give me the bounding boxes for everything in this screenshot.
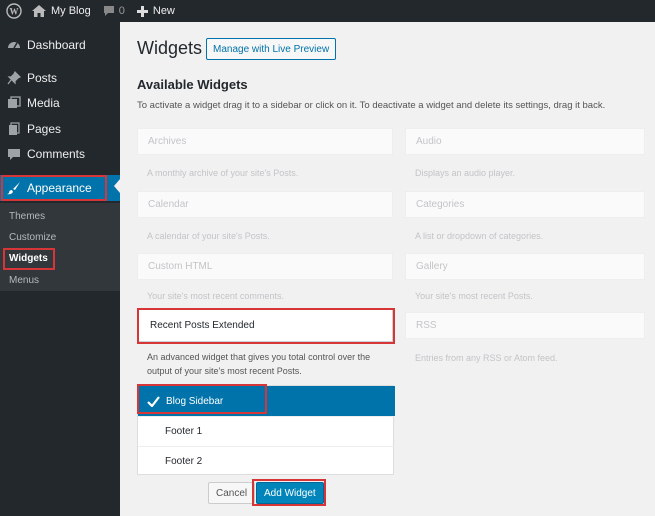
widget-gallery[interactable]: Gallery bbox=[405, 253, 645, 280]
admin-bar: W My Blog 0 New bbox=[0, 0, 655, 22]
widget-title: Audio bbox=[416, 136, 442, 147]
sidebar-option-label: Footer 2 bbox=[165, 456, 203, 467]
widget-description: A list or dropdown of categories. bbox=[415, 231, 544, 241]
widget-calendar[interactable]: Calendar bbox=[137, 191, 393, 218]
checkmark-icon bbox=[147, 395, 161, 407]
main-content: Widgets Manage with Live Preview Availab… bbox=[120, 22, 655, 516]
cancel-button[interactable]: Cancel bbox=[208, 482, 256, 504]
svg-text:W: W bbox=[10, 7, 19, 17]
widget-title: Archives bbox=[148, 136, 187, 147]
available-widgets-heading: Available Widgets bbox=[137, 77, 248, 92]
submenu-item-themes[interactable]: Themes bbox=[9, 211, 45, 222]
menu-item-appearance[interactable]: Appearance bbox=[0, 175, 120, 201]
menu-label: Appearance bbox=[27, 181, 92, 195]
menu-item-media[interactable]: Media bbox=[0, 90, 120, 116]
widget-description: Your site's most recent Posts. bbox=[415, 291, 533, 301]
widget-description: An advanced widget that gives you total … bbox=[147, 352, 371, 376]
widget-title: Calendar bbox=[148, 199, 189, 210]
widget-description: Displays an audio player. bbox=[415, 168, 516, 178]
comments-link[interactable]: 0 bbox=[97, 0, 131, 22]
new-label: New bbox=[152, 5, 175, 17]
widget-description: A calendar of your site's Posts. bbox=[147, 231, 270, 241]
widget-description: A monthly archive of your site's Posts. bbox=[147, 168, 299, 178]
widget-categories[interactable]: Categories bbox=[405, 191, 645, 218]
menu-item-dashboard[interactable]: Dashboard bbox=[0, 32, 120, 58]
widget-description: Your site's most recent comments. bbox=[147, 291, 284, 301]
submenu-item-menus[interactable]: Menus bbox=[9, 275, 39, 286]
widget-audio[interactable]: Audio bbox=[405, 128, 645, 155]
site-name-label: My Blog bbox=[51, 5, 91, 17]
comments-count: 0 bbox=[118, 5, 125, 17]
widget-rss[interactable]: RSS bbox=[405, 312, 645, 339]
home-icon bbox=[32, 5, 46, 17]
widgets-description: To activate a widget drag it to a sideba… bbox=[137, 100, 606, 111]
menu-label: Comments bbox=[27, 147, 86, 161]
menu-label: Pages bbox=[27, 122, 62, 136]
menu-label: Dashboard bbox=[27, 38, 86, 52]
site-name-link[interactable]: My Blog bbox=[26, 0, 97, 22]
media-icon bbox=[7, 96, 21, 110]
comment-bubble-icon bbox=[103, 6, 114, 16]
widget-archives[interactable]: Archives bbox=[137, 128, 393, 155]
widget-title: Categories bbox=[416, 199, 465, 210]
comment-icon bbox=[7, 147, 21, 161]
menu-item-posts[interactable]: Posts bbox=[0, 65, 120, 91]
page-title: Widgets bbox=[137, 38, 203, 58]
sidebar-option-label: Footer 1 bbox=[165, 426, 203, 437]
brush-icon bbox=[7, 181, 21, 195]
pages-icon bbox=[7, 122, 21, 136]
plus-icon bbox=[136, 5, 148, 17]
sidebar-option-blog-sidebar[interactable]: Blog Sidebar bbox=[138, 386, 395, 416]
admin-sidebar: Dashboard Posts Media Pages Comments App… bbox=[0, 22, 120, 516]
widget-title: Gallery bbox=[416, 261, 448, 272]
new-content-link[interactable]: New bbox=[131, 0, 181, 22]
widget-custom-html[interactable]: Custom HTML bbox=[137, 253, 393, 280]
sidebar-option-footer-2[interactable]: Footer 2 bbox=[138, 446, 395, 476]
widget-recent-posts-extended[interactable]: Recent Posts Extended bbox=[137, 308, 393, 342]
widget-description: Entries from any RSS or Atom feed. bbox=[415, 353, 558, 363]
add-widget-button[interactable]: Add Widget bbox=[256, 482, 324, 504]
wordpress-logo-icon[interactable]: W bbox=[2, 0, 26, 22]
submenu-item-customize[interactable]: Customize bbox=[9, 232, 56, 243]
dashboard-icon bbox=[7, 38, 21, 52]
menu-item-pages[interactable]: Pages bbox=[0, 116, 120, 142]
appearance-submenu: Themes Customize Widgets Menus bbox=[0, 203, 120, 291]
sidebar-option-label: Blog Sidebar bbox=[166, 395, 224, 407]
pin-icon bbox=[7, 71, 21, 85]
widget-title: Custom HTML bbox=[148, 261, 213, 272]
widget-title: RSS bbox=[416, 320, 437, 331]
sidebar-option-footer-1[interactable]: Footer 1 bbox=[138, 416, 395, 446]
sidebar-chooser: Blog Sidebar Footer 1 Footer 2 bbox=[137, 385, 395, 476]
live-preview-button[interactable]: Manage with Live Preview bbox=[206, 38, 337, 60]
menu-label: Media bbox=[27, 96, 60, 110]
menu-label: Posts bbox=[27, 71, 58, 85]
widget-title: Recent Posts Extended bbox=[150, 319, 255, 331]
submenu-item-widgets[interactable]: Widgets bbox=[9, 253, 48, 264]
menu-item-comments[interactable]: Comments bbox=[0, 141, 120, 167]
